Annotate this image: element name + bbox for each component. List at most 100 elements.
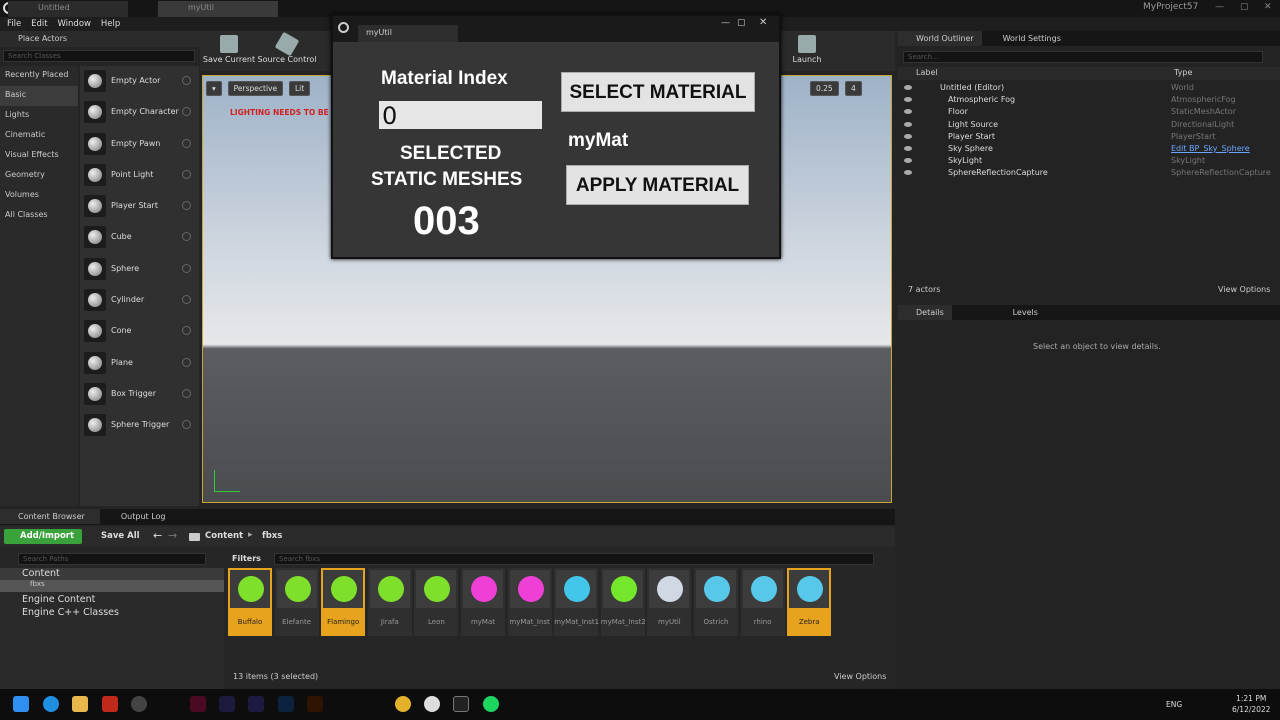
tab-world-settings[interactable]: World Settings: [985, 31, 1069, 46]
save-all-button[interactable]: Save All: [101, 531, 140, 541]
tab-myutil[interactable]: myUtil: [158, 1, 278, 17]
search-paths-input[interactable]: Search Paths: [18, 553, 206, 565]
filters-button[interactable]: Filters: [232, 554, 261, 563]
asset-tile[interactable]: Buffalo: [228, 568, 272, 636]
actor-item[interactable]: Cylinder: [80, 285, 199, 316]
asset-tile[interactable]: Jirafa: [367, 568, 412, 636]
help-icon[interactable]: [182, 138, 191, 148]
spotify-icon[interactable]: [483, 696, 499, 712]
tab-output-log[interactable]: Output Log: [103, 509, 174, 524]
asset-tile[interactable]: myMat_Inst1: [554, 568, 599, 636]
eye-icon[interactable]: [904, 145, 912, 151]
viewport-options-button[interactable]: ▾: [206, 81, 222, 96]
help-icon[interactable]: [182, 326, 191, 336]
outliner-row[interactable]: SphereReflectionCapture SphereReflectionC…: [898, 167, 1280, 179]
language-indicator[interactable]: ENG: [1166, 700, 1182, 709]
eye-icon[interactable]: [904, 97, 912, 103]
filezilla-icon[interactable]: [102, 696, 118, 712]
eye-icon[interactable]: [904, 133, 912, 139]
actor-item[interactable]: Cone: [80, 316, 199, 347]
camera-speed-button[interactable]: 4: [845, 81, 862, 96]
breadcrumb-fbxs[interactable]: fbxs: [262, 531, 282, 541]
skype-icon[interactable]: [43, 696, 59, 712]
tree-item-fbxs[interactable]: fbxs: [0, 580, 224, 592]
obs-icon[interactable]: [131, 696, 147, 712]
menu-help[interactable]: Help: [101, 19, 120, 29]
tree-item-engine-content[interactable]: Engine Content: [0, 592, 224, 607]
launch-button[interactable]: Launch: [777, 35, 837, 64]
actor-item[interactable]: Plane: [80, 348, 199, 379]
asset-tile[interactable]: Elefante: [274, 568, 319, 636]
apply-material-button[interactable]: APPLY MATERIAL: [566, 165, 749, 205]
category-visual-effects[interactable]: Visual Effects: [0, 146, 78, 166]
category-basic[interactable]: Basic: [0, 86, 78, 106]
actor-item[interactable]: Empty Character: [80, 97, 199, 128]
tab-levels[interactable]: Levels: [995, 305, 1046, 320]
edit-bp-link[interactable]: Edit BP_Sky_Sphere: [1171, 144, 1250, 153]
windows-start-icon[interactable]: [13, 696, 29, 712]
outliner-row[interactable]: Atmospheric Fog AtmosphericFog: [898, 94, 1280, 106]
category-lights[interactable]: Lights: [0, 106, 78, 126]
minimize-button[interactable]: —: [1215, 2, 1224, 12]
outliner-row[interactable]: Floor StaticMeshActor: [898, 106, 1280, 118]
tab-details[interactable]: Details: [898, 305, 952, 320]
asset-tile[interactable]: myMat_Inst: [507, 568, 552, 636]
outliner-row[interactable]: SkyLight SkyLight: [898, 155, 1280, 167]
select-material-button[interactable]: SELECT MATERIAL: [561, 72, 755, 112]
util-maximize-button[interactable]: ▢: [737, 18, 746, 28]
util-minimize-button[interactable]: —: [721, 18, 730, 28]
media-encoder-icon[interactable]: [219, 696, 235, 712]
back-arrow-icon[interactable]: ←: [153, 529, 162, 542]
category-all-classes[interactable]: All Classes: [0, 206, 78, 226]
help-icon[interactable]: [182, 295, 191, 305]
eye-icon[interactable]: [904, 170, 912, 176]
illustrator-icon[interactable]: [307, 696, 323, 712]
search-fbxs-input[interactable]: Search fbxs: [274, 553, 874, 565]
actor-item[interactable]: Player Start: [80, 191, 199, 222]
asset-tile[interactable]: Leon: [414, 568, 459, 636]
menu-edit[interactable]: Edit: [31, 19, 47, 29]
asset-tile[interactable]: myMat: [461, 568, 505, 636]
category-cinematic[interactable]: Cinematic: [0, 126, 78, 146]
scale-snap-button[interactable]: 0.25: [810, 81, 839, 96]
file-explorer-icon[interactable]: [72, 696, 88, 712]
tab-world-outliner[interactable]: World Outliner: [898, 31, 982, 46]
help-icon[interactable]: [182, 76, 191, 85]
indesign-icon[interactable]: [190, 696, 206, 712]
eye-icon[interactable]: [904, 121, 912, 127]
outliner-search-input[interactable]: Search...: [903, 51, 1263, 63]
help-icon[interactable]: [182, 263, 191, 273]
eye-icon[interactable]: [904, 85, 912, 90]
asset-tile[interactable]: myUtil: [647, 568, 692, 636]
asset-tile[interactable]: rhino: [740, 568, 785, 636]
chrome-icon[interactable]: [395, 696, 411, 712]
actor-item[interactable]: Empty Pawn: [80, 129, 199, 160]
help-icon[interactable]: [182, 388, 191, 398]
material-index-input[interactable]: 0: [379, 101, 542, 130]
eye-icon[interactable]: [904, 109, 912, 115]
eye-icon[interactable]: [904, 158, 912, 164]
help-icon[interactable]: [182, 357, 191, 367]
source-control-button[interactable]: Source Control: [257, 31, 317, 64]
photoshop-icon[interactable]: [278, 696, 294, 712]
actor-item[interactable]: Empty Actor: [80, 66, 199, 97]
search-classes-input[interactable]: Search Classes: [3, 50, 195, 62]
terminal-icon[interactable]: [453, 696, 469, 712]
util-close-button[interactable]: ✕: [759, 17, 767, 28]
category-geometry[interactable]: Geometry: [0, 166, 78, 186]
asset-tile[interactable]: myMat_Inst2: [600, 568, 646, 636]
outliner-row[interactable]: Light Source DirectionalLight: [898, 119, 1280, 131]
actor-item[interactable]: Sphere Trigger: [80, 410, 199, 441]
outliner-row[interactable]: Sky Sphere Edit BP_Sky_Sphere: [898, 143, 1280, 155]
type-column-header[interactable]: Type: [1174, 68, 1192, 77]
save-current-button[interactable]: Save Current: [199, 35, 259, 64]
tab-untitled[interactable]: Untitled: [8, 1, 128, 17]
outliner-view-options[interactable]: View Options: [1218, 285, 1270, 294]
tree-item-content[interactable]: Content: [0, 568, 224, 580]
after-effects-icon[interactable]: [248, 696, 264, 712]
perspective-button[interactable]: Perspective: [227, 81, 284, 96]
help-icon[interactable]: [182, 232, 191, 242]
tree-item-engine-cpp-classes[interactable]: Engine C++ Classes: [0, 607, 224, 622]
help-icon[interactable]: [182, 107, 191, 117]
menu-file[interactable]: File: [7, 19, 21, 29]
